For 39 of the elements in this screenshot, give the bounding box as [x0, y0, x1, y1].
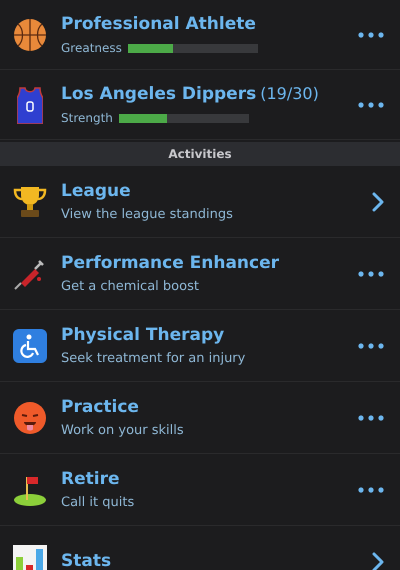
more-icon[interactable] — [358, 32, 384, 38]
record-count: (19/30) — [260, 82, 319, 105]
meter-label: Strength — [61, 110, 113, 128]
more-icon[interactable] — [358, 102, 384, 108]
profile-row[interactable]: Los Angeles Dippers (19/30) Strength — [0, 70, 400, 140]
activity-row[interactable]: Retire Call it quits — [0, 454, 400, 526]
more-icon[interactable] — [358, 270, 384, 276]
trophy-icon — [13, 184, 47, 218]
row-subtitle: Get a chemical boost — [61, 278, 200, 296]
row-title: Performance Enhancer — [61, 252, 280, 274]
row-title: Practice — [61, 396, 140, 418]
activity-row[interactable]: Performance Enhancer Get a chemical boost — [0, 238, 400, 310]
row-subtitle: View the league standings — [61, 206, 234, 224]
chevron-right-icon[interactable] — [372, 552, 384, 570]
profile-row[interactable]: Professional Athlete Greatness — [0, 0, 400, 70]
more-icon[interactable] — [358, 486, 384, 492]
row-subtitle: Call it quits — [61, 494, 136, 512]
row-title: Retire — [61, 468, 120, 490]
more-icon[interactable] — [358, 342, 384, 348]
hot-face-icon — [13, 400, 47, 434]
section-header: Activities — [0, 142, 400, 166]
row-title: League — [61, 180, 132, 202]
row-title: Professional Athlete — [61, 12, 256, 36]
jersey-icon — [17, 86, 43, 124]
row-title: Stats — [61, 550, 112, 570]
wheelchair-icon — [13, 328, 47, 362]
activity-row[interactable]: Practice Work on your skills — [0, 382, 400, 454]
row-title: Los Angeles Dippers — [61, 82, 256, 106]
row-subtitle: Work on your skills — [61, 422, 185, 440]
activity-row[interactable]: League View the league standings — [0, 166, 400, 238]
row-subtitle: Seek treatment for an injury — [61, 350, 246, 368]
more-icon[interactable] — [358, 414, 384, 420]
activity-row[interactable]: Stats — [0, 526, 400, 570]
chevron-right-icon[interactable] — [372, 192, 384, 212]
bar-chart-icon — [13, 544, 47, 570]
meter-label: Greatness — [61, 40, 122, 58]
row-title: Physical Therapy — [61, 324, 226, 346]
activity-row[interactable]: Physical Therapy Seek treatment for an injury — [0, 310, 400, 382]
basketball-icon — [13, 18, 47, 52]
